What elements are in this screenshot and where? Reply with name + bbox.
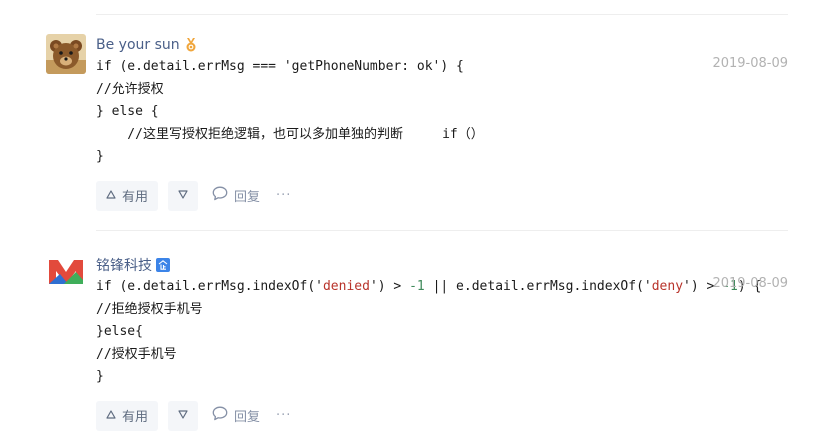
triangle-down-icon [178, 408, 188, 423]
triangle-up-icon [106, 188, 116, 203]
code-line: //授权手机号 [96, 344, 788, 367]
code-number-token: -1 [409, 279, 425, 294]
avatar[interactable] [46, 34, 86, 74]
like-button[interactable]: 有用 [96, 180, 158, 211]
like-button[interactable]: 有用 [96, 400, 158, 431]
code-token: //这里写授权拒绝逻辑，也可以多加单独的判断 if（） [96, 126, 484, 142]
top-divider [96, 14, 788, 15]
code-line: } [96, 366, 788, 389]
code-token: }else{ [96, 324, 143, 339]
medal-icon [184, 38, 198, 52]
code-line: }else{ [96, 321, 788, 344]
enterprise-verified-icon [156, 258, 170, 272]
reply-button[interactable]: 回复 [212, 186, 260, 205]
comment-item: Be your sun 2019-08-09 if (e.detail.errM… [46, 34, 788, 231]
comment-date: 2019-08-09 [712, 56, 788, 71]
code-token: } else { [96, 104, 159, 119]
reply-label: 回复 [234, 190, 261, 205]
code-line: if (e.detail.errMsg === 'getPhoneNumber:… [96, 56, 788, 79]
dislike-button[interactable] [168, 180, 198, 211]
comment-code: if (e.detail.errMsg === 'getPhoneNumber:… [96, 56, 788, 169]
code-string-token: deny [651, 279, 684, 294]
comment-date: 2019-08-09 [712, 276, 788, 291]
author-name[interactable]: Be your sun [96, 37, 180, 53]
code-token: if (e.detail.errMsg === 'getPhoneNumber:… [96, 59, 464, 74]
more-button[interactable]: ··· [276, 188, 291, 203]
code-token: } [96, 149, 104, 164]
code-token: //允许授权 [96, 81, 164, 97]
code-token: if (e.detail.errMsg.indexOf(' [96, 279, 323, 294]
more-button[interactable]: ··· [276, 408, 291, 423]
comment-code: if (e.detail.errMsg.indexOf('denied') > … [96, 276, 788, 389]
reply-button[interactable]: 回复 [212, 406, 260, 425]
code-token: ') > [369, 279, 410, 294]
code-line: } else { [96, 101, 788, 124]
comment-item: 铭锋科技 2019-08-09 if (e.detail.errMsg.inde… [46, 254, 788, 434]
code-token: || e.detail.errMsg.indexOf(' [424, 279, 652, 294]
code-token: //拒绝授权手机号 [96, 301, 203, 317]
speech-bubble-icon [212, 406, 228, 425]
like-label: 有用 [121, 410, 148, 425]
comment-divider [96, 230, 788, 231]
code-line: //允许授权 [96, 79, 788, 102]
avatar[interactable] [46, 254, 86, 294]
code-line: //拒绝授权手机号 [96, 299, 788, 322]
dislike-button[interactable] [168, 400, 198, 431]
author-name[interactable]: 铭锋科技 [96, 255, 152, 275]
code-token: } [96, 369, 104, 384]
speech-bubble-icon [212, 186, 228, 205]
code-token: //授权手机号 [96, 346, 177, 362]
triangle-up-icon [106, 408, 116, 423]
like-label: 有用 [121, 190, 148, 205]
code-line: } [96, 146, 788, 169]
code-string-token: denied [322, 279, 370, 294]
triangle-down-icon [178, 188, 188, 203]
reply-label: 回复 [234, 410, 261, 425]
code-line: //这里写授权拒绝逻辑，也可以多加单独的判断 if（） [96, 124, 788, 147]
code-line: if (e.detail.errMsg.indexOf('denied') > … [96, 276, 788, 299]
